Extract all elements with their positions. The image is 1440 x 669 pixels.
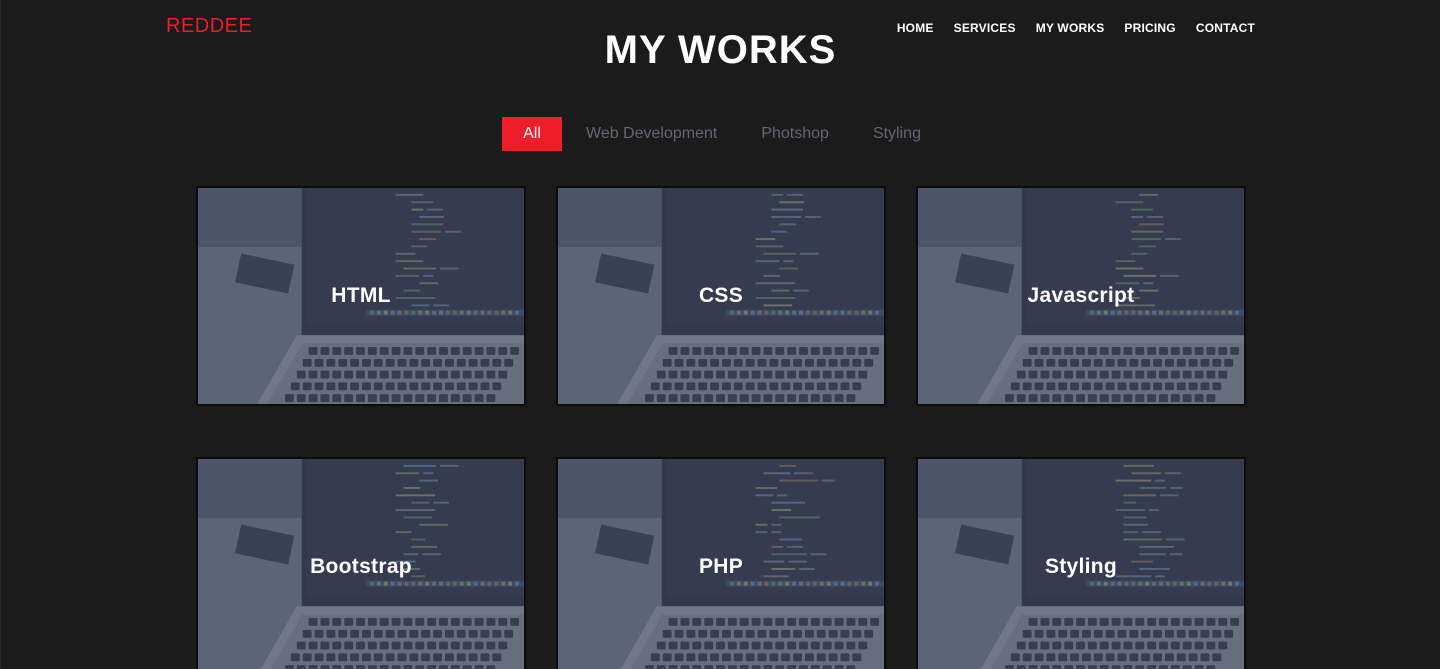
work-card-php[interactable]: PHP xyxy=(556,457,886,669)
filter-all[interactable]: All xyxy=(502,117,562,151)
filter-photoshop[interactable]: Photshop xyxy=(739,117,851,151)
work-card-javascript[interactable]: Javascript xyxy=(916,186,1246,406)
work-card-label: Styling xyxy=(1044,555,1118,578)
page: REDDEE HOME SERVICES MY WORKS PRICING CO… xyxy=(0,0,1440,669)
work-card-bootstrap[interactable]: Bootstrap xyxy=(196,457,526,669)
work-card-label: PHP xyxy=(698,555,744,578)
works-grid: HTML CSS Javascript Bootstrap PHP Stylin… xyxy=(196,186,1246,669)
work-card-label: HTML xyxy=(331,284,391,307)
work-card-html[interactable]: HTML xyxy=(196,186,526,406)
section-title: MY WORKS xyxy=(604,28,837,72)
work-card-styling[interactable]: Styling xyxy=(916,457,1246,669)
work-card-label: CSS xyxy=(698,284,744,307)
work-card-css[interactable]: CSS xyxy=(556,186,886,406)
filter-web-development[interactable]: Web Development xyxy=(562,117,739,151)
work-card-label: Javascript xyxy=(1027,284,1135,307)
portfolio-filters: All Web Development Photshop Styling xyxy=(502,117,943,151)
work-card-label: Bootstrap xyxy=(310,555,412,578)
filter-styling[interactable]: Styling xyxy=(851,117,943,151)
